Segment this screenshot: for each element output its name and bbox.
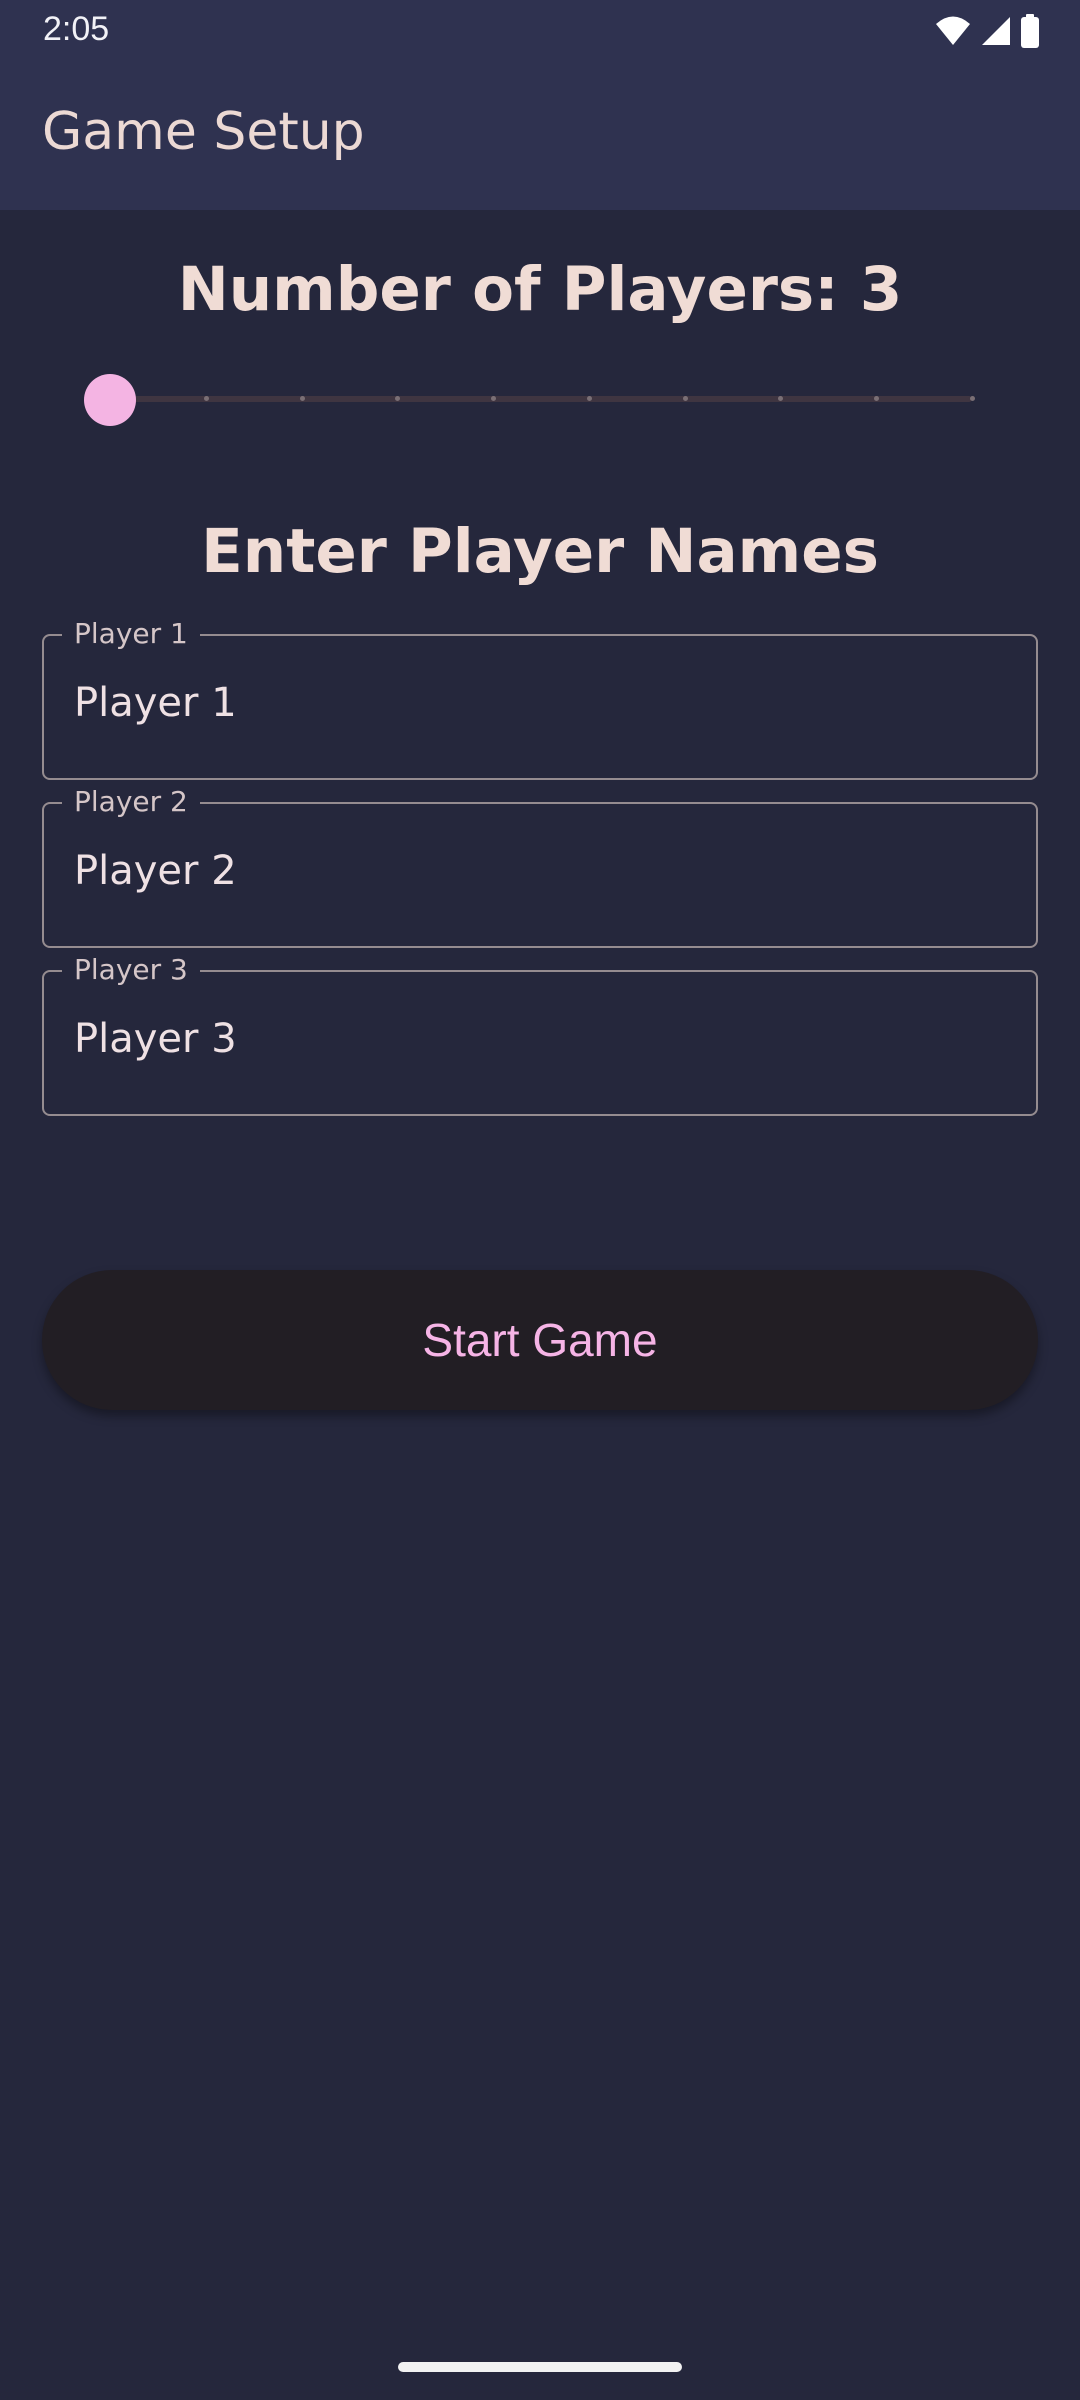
slider-tick: [874, 396, 880, 401]
slider-tick: [970, 396, 975, 401]
player-count-slider[interactable]: [84, 374, 975, 426]
wifi-icon: [936, 16, 970, 45]
player-3-label: Player 3: [62, 953, 200, 987]
status-time: 2:05: [43, 10, 110, 48]
battery-icon: [1021, 14, 1039, 48]
slider-tick: [586, 396, 592, 401]
slider-tick: [778, 396, 784, 401]
player-3-input[interactable]: [74, 1016, 994, 1062]
slider-tick: [203, 396, 209, 401]
gesture-nav-handle[interactable]: [398, 2362, 682, 2372]
slider-tick: [299, 396, 305, 401]
start-game-button[interactable]: Start Game: [42, 1270, 1038, 1410]
player-2-label: Player 2: [62, 785, 200, 819]
player-1-label: Player 1: [62, 617, 200, 651]
slider-tick: [682, 396, 688, 401]
slider-track[interactable]: [110, 396, 972, 402]
status-icons: [934, 14, 1040, 48]
player-2-input[interactable]: [74, 848, 994, 894]
app-bar: Game Setup: [0, 62, 1080, 210]
status-bar: 2:05: [0, 0, 1080, 62]
slider-thumb[interactable]: [84, 374, 136, 426]
player-2-field[interactable]: Player 2: [42, 785, 1038, 948]
player-1-input[interactable]: [74, 680, 994, 726]
cell-signal-icon: [982, 17, 1010, 45]
player-count-heading: Number of Players: 3: [177, 254, 903, 325]
slider-tick: [491, 396, 497, 401]
app-title: Game Setup: [42, 102, 365, 162]
player-1-field[interactable]: Player 1: [42, 617, 1038, 780]
player-names-heading: Enter Player Names: [201, 516, 879, 587]
slider-tick: [395, 396, 401, 401]
player-3-field[interactable]: Player 3: [42, 953, 1038, 1116]
